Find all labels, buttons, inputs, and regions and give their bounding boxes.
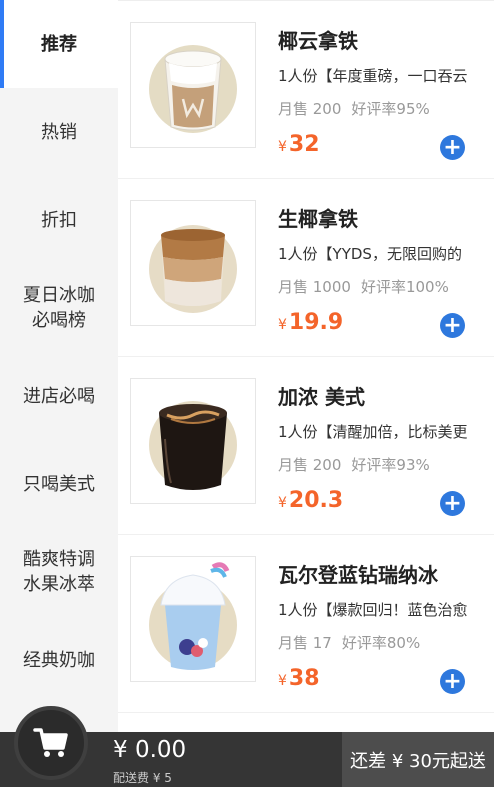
product-name: 加浓 美式: [278, 385, 365, 409]
product-item[interactable]: 瓦尔登蓝钻瑞纳冰 1人份【爆款回归！蓝色治愈 月售 17 好评率80% ¥38 +: [118, 535, 494, 713]
add-to-cart-button[interactable]: +: [440, 313, 465, 338]
blue-frappe-cup-icon: [149, 562, 237, 670]
product-name: 生椰拿铁: [278, 207, 358, 231]
product-stats: 月售 200 好评率93%: [278, 454, 430, 475]
product-stats: 月售 200 好评率95%: [278, 98, 430, 119]
monthly-sales: 月售 200: [278, 100, 342, 118]
product-item[interactable]: 生椰拿铁 1人份【YYDS，无限回购的 月售 1000 好评率100% ¥19.9…: [118, 179, 494, 357]
product-description: 1人份【YYDS，无限回购的: [278, 245, 462, 263]
rating: 好评率80%: [341, 634, 421, 652]
product-description: 1人份【年度重磅，一口吞云: [278, 67, 468, 85]
add-to-cart-button[interactable]: +: [440, 669, 465, 694]
price-value: 20.3: [288, 488, 344, 513]
product-stats: 月售 17 好评率80%: [278, 632, 420, 653]
product-price: ¥38: [278, 666, 320, 691]
rating: 好评率93%: [351, 456, 430, 474]
sidebar-item-classic-milk-coffee[interactable]: 经典奶咖: [0, 616, 118, 704]
rating: 好评率95%: [351, 100, 430, 118]
cart-button[interactable]: [14, 706, 88, 780]
product-price: ¥32: [278, 132, 320, 157]
currency-symbol: ¥: [278, 139, 287, 155]
category-sidebar: 推荐 热销 折扣 夏日冰咖 必喝榜 进店必喝 只喝美式 酷爽特调 水果冰萃 经典…: [0, 0, 118, 732]
product-item[interactable]: 椰云拿铁 1人份【年度重磅，一口吞云 月售 200 好评率95% ¥32 +: [118, 1, 494, 179]
sidebar-item-fruit-cold-brew[interactable]: 酷爽特调 水果冰萃: [0, 528, 118, 616]
currency-symbol: ¥: [278, 673, 287, 689]
product-name: 椰云拿铁: [278, 29, 358, 53]
add-to-cart-button[interactable]: +: [440, 491, 465, 516]
sidebar-item-americano[interactable]: 只喝美式: [0, 440, 118, 528]
shopping-cart-icon: [33, 728, 68, 757]
monthly-sales: 月售 200: [278, 456, 342, 474]
sidebar-item-must-try[interactable]: 进店必喝: [0, 352, 118, 440]
cart-total: ¥ 0.00: [113, 737, 187, 763]
product-name: 瓦尔登蓝钻瑞纳冰: [278, 563, 438, 587]
coconut-latte-glass-icon: [149, 225, 237, 313]
price-value: 38: [288, 666, 320, 691]
plus-icon: +: [443, 490, 462, 516]
americano-glass-icon: [149, 401, 237, 490]
product-image[interactable]: [130, 22, 256, 148]
product-price: ¥19.9: [278, 310, 343, 335]
sidebar-item-recommend[interactable]: 推荐: [0, 0, 118, 88]
currency-symbol: ¥: [278, 317, 287, 333]
sidebar-item-discount[interactable]: 折扣: [0, 176, 118, 264]
product-image[interactable]: [130, 556, 256, 682]
delivery-fee: 配送费 ¥ 5: [113, 771, 172, 785]
product-stats: 月售 1000 好评率100%: [278, 276, 449, 297]
price-value: 19.9: [288, 310, 344, 335]
sidebar-item-summer-iced[interactable]: 夏日冰咖 必喝榜: [0, 264, 118, 352]
plus-icon: +: [443, 134, 462, 160]
plus-icon: +: [443, 668, 462, 694]
product-item[interactable]: 加浓 美式 1人份【清醒加倍，比标美更 月售 200 好评率93% ¥20.3 +: [118, 357, 494, 535]
product-image[interactable]: [130, 378, 256, 504]
rating: 好评率100%: [360, 278, 449, 296]
minimum-order-button[interactable]: 还差 ¥ 30元起送: [342, 732, 494, 787]
product-description: 1人份【爆款回归！蓝色治愈: [278, 601, 468, 619]
product-list: 椰云拿铁 1人份【年度重磅，一口吞云 月售 200 好评率95% ¥32 + 生椰…: [118, 0, 494, 732]
product-image[interactable]: [130, 200, 256, 326]
sidebar-item-hot[interactable]: 热销: [0, 88, 118, 176]
monthly-sales: 月售 17: [278, 634, 332, 652]
product-price: ¥20.3: [278, 488, 343, 513]
add-to-cart-button[interactable]: +: [440, 135, 465, 160]
product-description: 1人份【清醒加倍，比标美更: [278, 423, 468, 441]
coconut-latte-cup-icon: [149, 45, 237, 133]
monthly-sales: 月售 1000: [278, 278, 351, 296]
price-value: 32: [288, 132, 320, 157]
plus-icon: +: [443, 312, 462, 338]
currency-symbol: ¥: [278, 495, 287, 511]
